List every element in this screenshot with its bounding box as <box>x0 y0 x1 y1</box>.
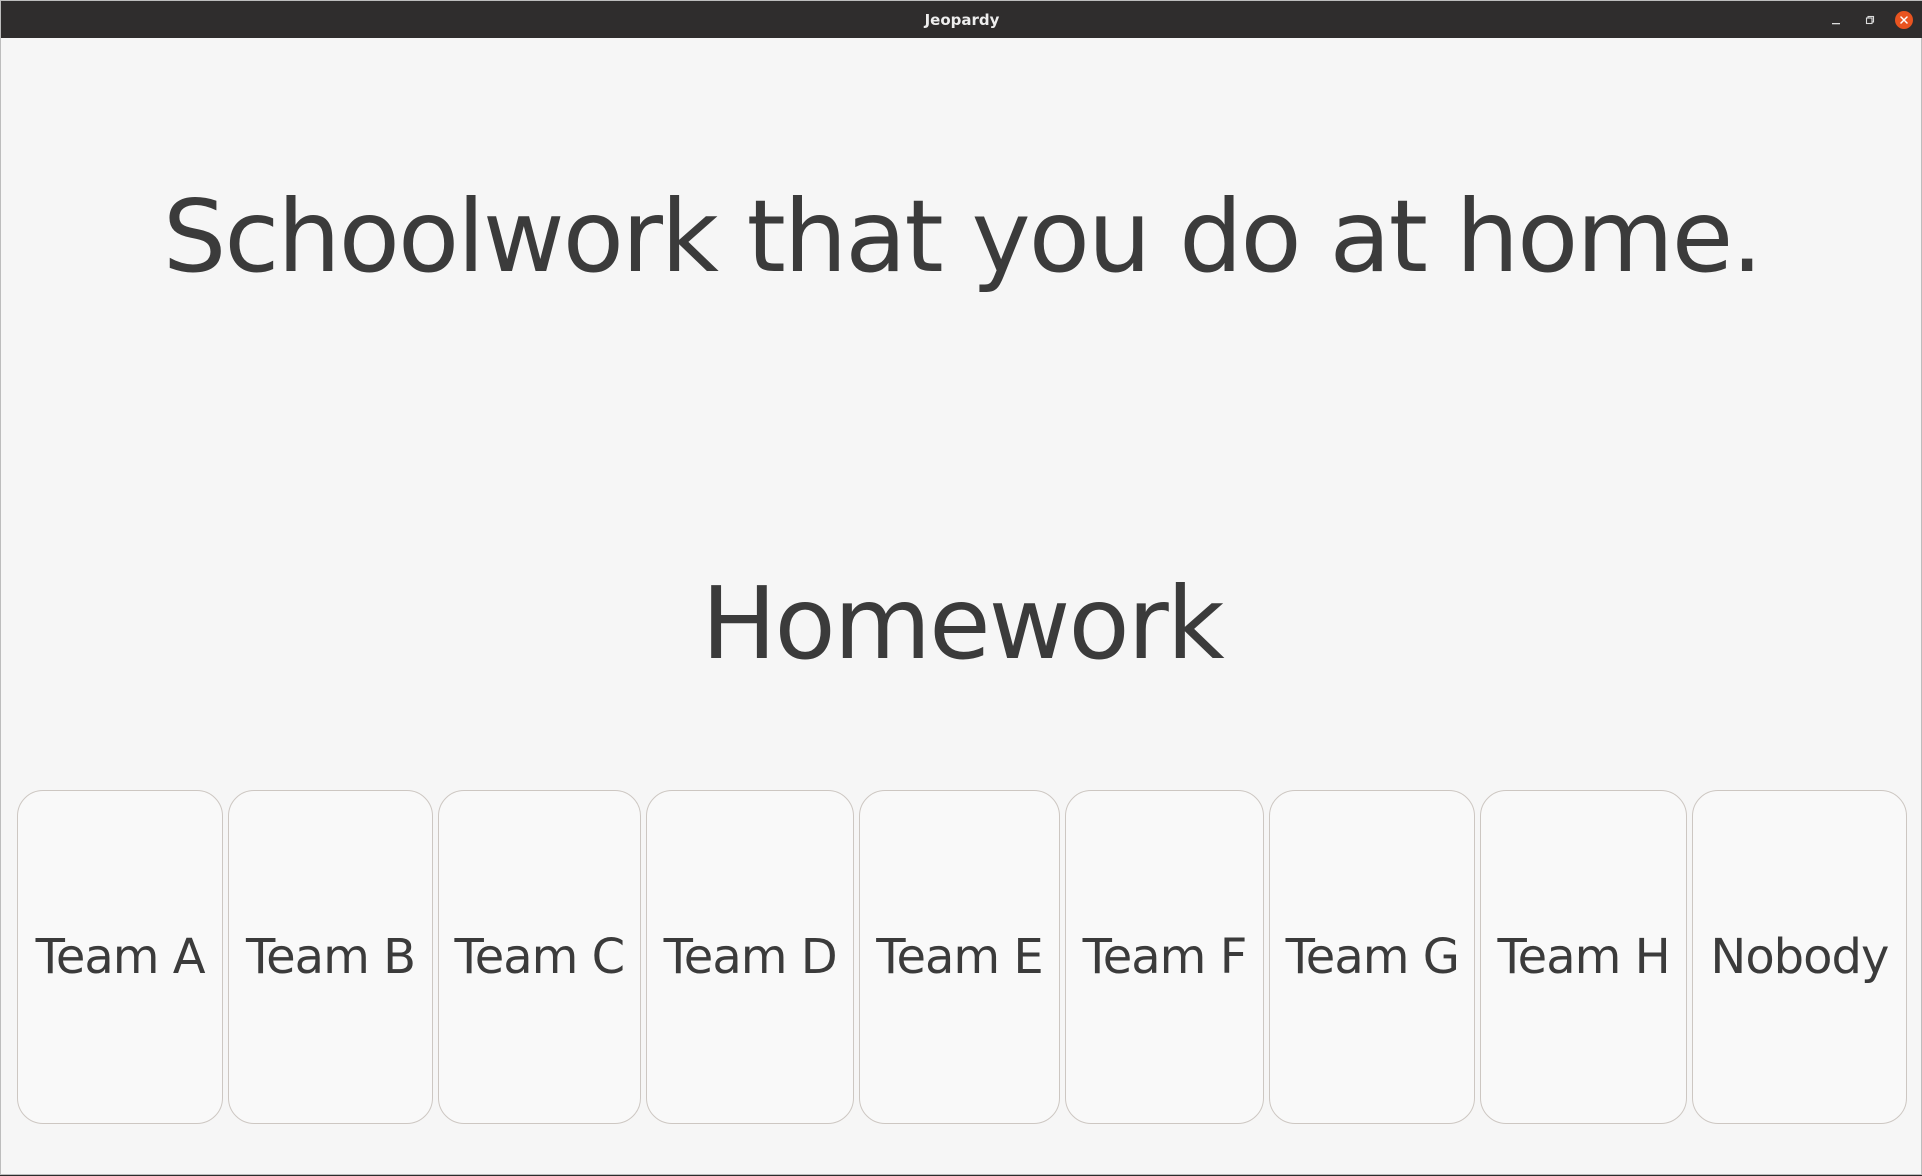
team-c-button[interactable]: Team C <box>437 790 642 1124</box>
maximize-button[interactable] <box>1859 9 1881 31</box>
team-d-button[interactable]: Team D <box>646 790 855 1124</box>
close-icon <box>1900 16 1908 24</box>
minimize-icon <box>1832 23 1840 25</box>
team-a-button[interactable]: Team A <box>17 790 224 1124</box>
title-bar[interactable]: Jeopardy <box>1 1 1922 38</box>
team-g-button[interactable]: Team G <box>1269 790 1476 1124</box>
nobody-button[interactable]: Nobody <box>1691 790 1907 1124</box>
app-window: Jeopardy Schoolwork that you do at home.… <box>0 0 1922 1175</box>
team-e-button[interactable]: Team E <box>859 790 1060 1124</box>
clue-text: Schoolwork that you do at home. <box>162 178 1763 295</box>
maximize-icon <box>1865 15 1875 25</box>
answer-text: Homework <box>701 565 1224 682</box>
team-f-button[interactable]: Team F <box>1064 790 1265 1124</box>
team-b-button[interactable]: Team B <box>228 790 433 1124</box>
close-button[interactable] <box>1893 9 1915 31</box>
team-h-button[interactable]: Team H <box>1480 790 1687 1124</box>
close-button-circle <box>1895 11 1913 29</box>
minimize-button[interactable] <box>1825 9 1847 31</box>
window-title: Jeopardy <box>924 11 1000 29</box>
team-buttons-row: Team A Team B Team C Team D Team E Team … <box>17 790 1907 1124</box>
